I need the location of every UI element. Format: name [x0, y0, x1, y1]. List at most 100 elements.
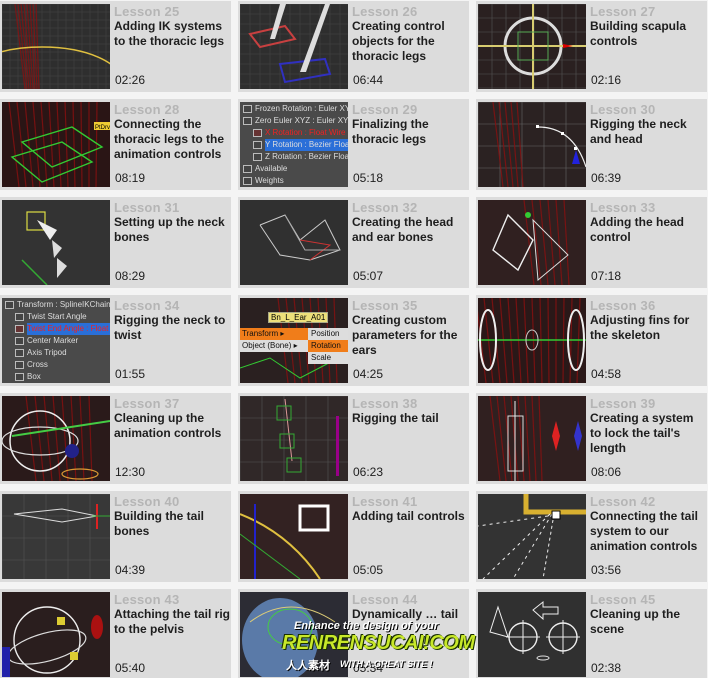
lesson-number: Lesson 25: [114, 4, 180, 19]
lesson-thumbnail[interactable]: [2, 4, 110, 89]
lesson-card[interactable]: Lesson 25 Adding IK systems to the thora…: [0, 1, 231, 92]
lesson-title[interactable]: Creating a system to lock the tail's len…: [590, 411, 706, 456]
lesson-thumbnail[interactable]: [478, 200, 586, 285]
lesson-number: Lesson 44: [352, 592, 418, 607]
lesson-duration: 08:29: [115, 269, 146, 283]
lesson-title[interactable]: Rigging the tail: [352, 411, 468, 426]
lesson-card[interactable]: Lesson 30 Rigging the neck and head 06:3…: [476, 99, 707, 190]
lesson-card[interactable]: Lesson 32 Creating the head and ear bone…: [238, 197, 469, 288]
quad-menu-item[interactable]: Object (Bone) ▸: [240, 340, 308, 352]
lesson-duration: 02:26: [115, 73, 146, 87]
controller-list-label: Z Rotation : Bezier Float: [265, 152, 348, 161]
lesson-card[interactable]: Lesson 42 Connecting the tail system to …: [476, 491, 707, 582]
lesson-card[interactable]: Lesson 31 Setting up the neck bones 08:2…: [0, 197, 231, 288]
lesson-card[interactable]: Lesson 38 Rigging the tail 06:23: [238, 393, 469, 484]
lesson-title[interactable]: Creating the head and ear bones: [352, 215, 468, 245]
lesson-thumbnail[interactable]: [478, 298, 586, 383]
lesson-title[interactable]: Setting up the neck bones: [114, 215, 230, 245]
lesson-number: Lesson 37: [114, 396, 180, 411]
lesson-thumbnail[interactable]: [240, 4, 348, 89]
lesson-title[interactable]: Adjusting fins for the skeleton: [590, 313, 706, 343]
quad-submenu-item[interactable]: Position: [308, 328, 348, 340]
lesson-title[interactable]: Adding IK systems to the thoracic legs: [114, 19, 230, 49]
lesson-card[interactable]: Lesson 36 Adjusting fins for the skeleto…: [476, 295, 707, 386]
controller-list-item[interactable]: Twist End Angle : Float: [2, 323, 110, 335]
lesson-number: Lesson 33: [590, 200, 656, 215]
controller-list-item[interactable]: Available: [240, 163, 348, 175]
lesson-card[interactable]: Lesson 41 Adding tail controls 05:05: [238, 491, 469, 582]
controller-list-item[interactable]: Z Rotation : Bezier Float: [240, 151, 348, 163]
lesson-card[interactable]: Lesson 37 Cleaning up the animation cont…: [0, 393, 231, 484]
lesson-card[interactable]: Frozen Rotation : Euler XYZ Zero Euler X…: [238, 99, 469, 190]
lesson-thumbnail[interactable]: [240, 494, 348, 579]
lesson-card[interactable]: PtDrv Lesson 28 Connecting the thoracic …: [0, 99, 231, 190]
lesson-thumbnail[interactable]: [2, 200, 110, 285]
lesson-title[interactable]: Attaching the tail rig to the pelvis: [114, 607, 230, 637]
lesson-thumbnail[interactable]: [240, 200, 348, 285]
lesson-title[interactable]: Cleaning up the scene: [590, 607, 706, 637]
lesson-number: Lesson 31: [114, 200, 180, 215]
lesson-duration: 06:44: [353, 73, 384, 87]
lesson-card[interactable]: Lesson 33 Adding the head control 07:18: [476, 197, 707, 288]
controller-list-label: Y Rotation : Bezier Float: [265, 139, 348, 151]
controller-list-item[interactable]: Zero Euler XYZ : Euler XYZ: [240, 115, 348, 127]
lesson-thumbnail[interactable]: [2, 396, 110, 481]
lesson-number: Lesson 36: [590, 298, 656, 313]
lesson-thumbnail[interactable]: Transform : SplineIKChain Twist Start An…: [2, 298, 110, 383]
controller-list-label: Transform : SplineIKChain: [17, 300, 110, 309]
lesson-thumbnail[interactable]: [2, 494, 110, 579]
controller-list-item[interactable]: X Rotation : Float Wire: [240, 127, 348, 139]
lesson-thumbnail[interactable]: Bn_L_Ear_A01 Transform ▸ Object (Bone) ▸ …: [240, 298, 348, 383]
controller-list-item[interactable]: Transform : SplineIKChain: [2, 299, 110, 311]
quad-submenu-item[interactable]: Rotation: [308, 340, 348, 352]
lesson-card[interactable]: Transform : SplineIKChain Twist Start An…: [0, 295, 231, 386]
quad-submenu-item[interactable]: Scale: [308, 352, 348, 364]
lesson-number: Lesson 35: [352, 298, 418, 313]
object-name-tag: Bn_L_Ear_A01: [268, 312, 329, 323]
lesson-title[interactable]: Adding tail controls: [352, 509, 468, 524]
lesson-title[interactable]: Creating control objects for the thoraci…: [352, 19, 468, 64]
quad-menu-item[interactable]: Transform ▸: [240, 328, 308, 340]
lesson-title[interactable]: Adding the head control: [590, 215, 706, 245]
lesson-thumbnail[interactable]: [478, 494, 586, 579]
lesson-thumbnail[interactable]: [240, 396, 348, 481]
lesson-thumbnail[interactable]: [478, 396, 586, 481]
lesson-title[interactable]: Building scapula controls: [590, 19, 706, 49]
lesson-title[interactable]: Cleaning up the animation controls: [114, 411, 230, 441]
lesson-thumbnail[interactable]: [478, 4, 586, 89]
controller-list-item[interactable]: Box: [2, 371, 110, 383]
lesson-card[interactable]: Lesson 45 Cleaning up the scene 02:38: [476, 589, 707, 678]
lesson-thumbnail[interactable]: Frozen Rotation : Euler XYZ Zero Euler X…: [240, 102, 348, 187]
lesson-card[interactable]: Lesson 39 Creating a system to lock the …: [476, 393, 707, 484]
controller-list-item[interactable]: Cross: [2, 359, 110, 371]
lesson-thumbnail[interactable]: PtDrv: [2, 102, 110, 187]
lesson-title[interactable]: Building the tail bones: [114, 509, 230, 539]
controller-list-item[interactable]: Twist Start Angle: [2, 311, 110, 323]
controller-list-item[interactable]: Axis Tripod: [2, 347, 110, 359]
lesson-card[interactable]: Lesson 40 Building the tail bones 04:39: [0, 491, 231, 582]
lesson-card[interactable]: Lesson 27 Building scapula controls 02:1…: [476, 1, 707, 92]
lesson-title[interactable]: Rigging the neck and head: [590, 117, 706, 147]
lesson-number: Lesson 43: [114, 592, 180, 607]
lesson-title[interactable]: Finalizing the thoracic legs: [352, 117, 468, 147]
lesson-card[interactable]: Lesson 43 Attaching the tail rig to the …: [0, 589, 231, 678]
controller-list-item[interactable]: Weights: [240, 175, 348, 187]
lesson-card[interactable]: Lesson 26 Creating control objects for t…: [238, 1, 469, 92]
lesson-title[interactable]: Connecting the thoracic legs to the anim…: [114, 117, 230, 162]
controller-list-item[interactable]: Center Marker: [2, 335, 110, 347]
track-icon: [243, 177, 252, 185]
lesson-title[interactable]: Dynamically … tail: [352, 607, 468, 622]
lesson-title[interactable]: Rigging the neck to twist: [114, 313, 230, 343]
lesson-card[interactable]: Lesson 44 Dynamically … tail 05:34: [238, 589, 469, 678]
lesson-thumbnail[interactable]: [240, 592, 348, 677]
controller-list-item[interactable]: Frozen Rotation : Euler XYZ: [240, 103, 348, 115]
lesson-card[interactable]: Bn_L_Ear_A01 Transform ▸ Object (Bone) ▸ …: [238, 295, 469, 386]
controller-list-item[interactable]: Y Rotation : Bezier Float: [240, 139, 348, 151]
lesson-title[interactable]: Creating custom parameters for the ears: [352, 313, 468, 358]
lesson-thumbnail[interactable]: [2, 592, 110, 677]
lesson-thumbnail[interactable]: [478, 102, 586, 187]
lesson-duration: 04:58: [591, 367, 622, 381]
lesson-title[interactable]: Connecting the tail system to our animat…: [590, 509, 706, 554]
lesson-thumbnail[interactable]: [478, 592, 586, 677]
lesson-number: Lesson 38: [352, 396, 418, 411]
